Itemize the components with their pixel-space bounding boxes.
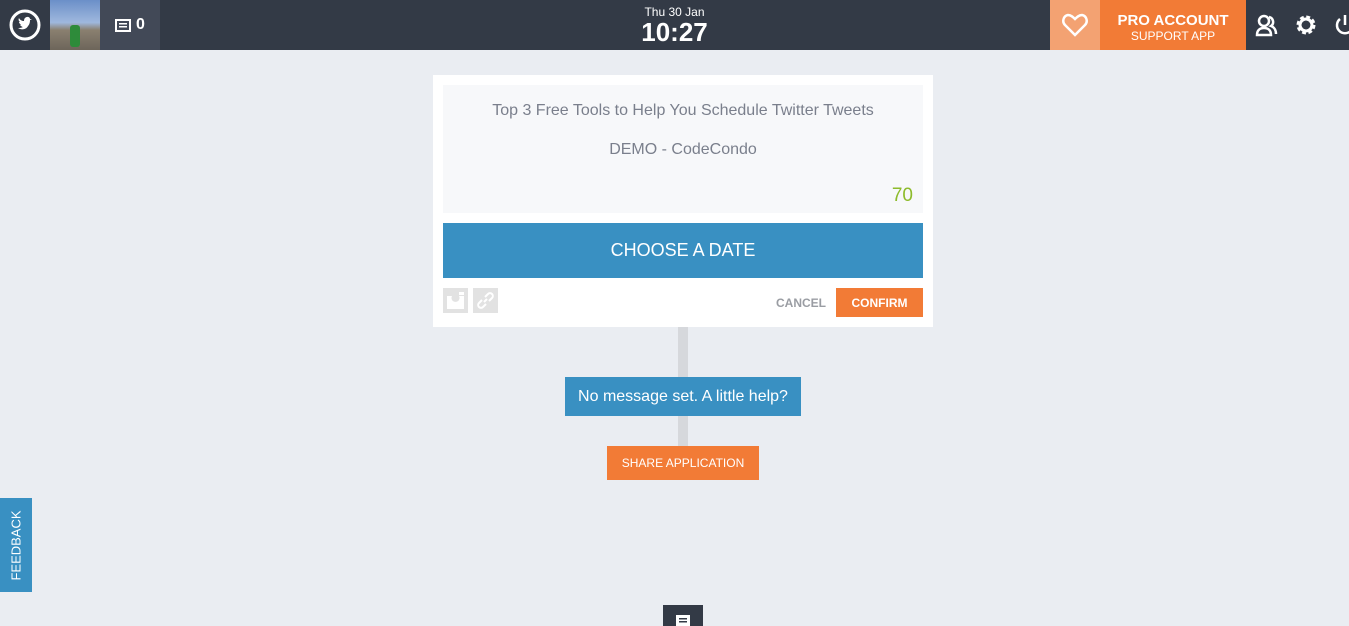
top-bar: 0 Thu 30 Jan 10:27 PRO ACCOUNT SUPPORT A… — [0, 0, 1349, 50]
link-icon[interactable] — [473, 288, 498, 313]
heart-button[interactable] — [1050, 0, 1100, 50]
bottom-panel-toggle[interactable] — [663, 605, 703, 626]
heart-icon — [1062, 13, 1088, 37]
composer-card: Top 3 Free Tools to Help You Schedule Tw… — [433, 75, 933, 327]
pro-account-button[interactable]: PRO ACCOUNT SUPPORT APP — [1100, 0, 1246, 50]
users-icon[interactable] — [1255, 13, 1279, 37]
choose-date-button[interactable]: CHOOSE A DATE — [443, 223, 923, 278]
pro-title: PRO ACCOUNT — [1117, 12, 1229, 29]
pro-subtitle: SUPPORT APP — [1130, 29, 1216, 43]
feedback-label: FEEDBACK — [8, 509, 24, 581]
character-count: 70 — [891, 185, 913, 206]
message-title: Top 3 Free Tools to Help You Schedule Tw… — [492, 102, 874, 119]
feedback-tab[interactable]: FEEDBACK — [0, 498, 32, 592]
message-icon — [676, 615, 690, 626]
confirm-button[interactable]: CONFIRM — [836, 288, 923, 317]
message-text-area[interactable]: Top 3 Free Tools to Help You Schedule Tw… — [443, 85, 923, 213]
power-icon[interactable] — [1333, 13, 1349, 37]
gear-icon[interactable] — [1294, 13, 1318, 37]
help-message-button[interactable]: No message set. A little help? — [565, 377, 801, 416]
share-application-button[interactable]: SHARE APPLICATION — [607, 446, 759, 480]
cancel-button[interactable]: CANCEL — [776, 296, 826, 310]
instagram-icon[interactable] — [443, 288, 468, 313]
message-source: DEMO - CodeCondo — [609, 141, 757, 158]
